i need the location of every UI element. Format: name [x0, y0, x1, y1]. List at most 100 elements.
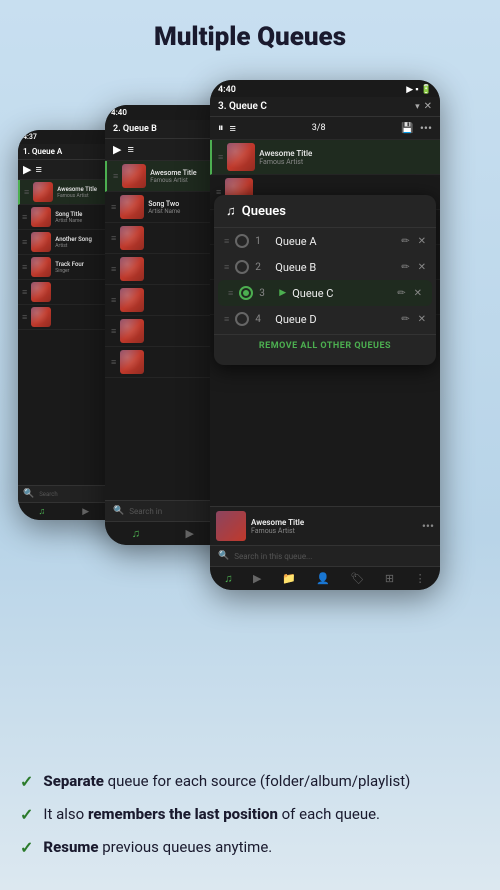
feature-item-1: ✓ Separate queue for each source (folder…	[20, 771, 480, 792]
track-count: 3/8	[242, 123, 395, 133]
phone1-shuffle-btn[interactable]: ≡	[35, 163, 41, 176]
more-options-btn[interactable]: •••	[420, 121, 432, 135]
queue-name-b: Queue B	[275, 261, 395, 274]
folder-nav-icon[interactable]: 📁	[282, 572, 296, 585]
drag-handle-icon: ≡	[224, 262, 229, 273]
tag-nav-icon[interactable]: 🏷	[350, 572, 364, 585]
track-thumbnail	[31, 207, 51, 227]
drag-handle-icon: ≡	[111, 202, 116, 213]
search-placeholder: Search	[39, 491, 57, 498]
queue-nav-icon[interactable]: ♫	[224, 572, 232, 585]
phone1-time: 4:37	[23, 133, 37, 141]
phone2-play-btn[interactable]: ▶	[113, 143, 121, 156]
now-playing-thumbnail	[216, 511, 246, 541]
track-thumbnail	[122, 164, 146, 188]
person-nav-icon[interactable]: 👤	[316, 572, 330, 585]
chevron-down-icon: ▾	[415, 102, 420, 112]
drag-handle-icon: ≡	[22, 287, 27, 298]
drag-handle-icon: ≡	[22, 237, 27, 248]
queue-list-icon: ♫	[226, 203, 236, 219]
drag-handle-icon: ≡	[111, 295, 116, 306]
queue-nav-icon[interactable]: ♫	[132, 527, 140, 540]
save-btn[interactable]: 💾	[401, 123, 413, 134]
phone3-search-bar[interactable]: 🔍 Search in this queue...	[210, 545, 440, 566]
track-row: ≡ Awesome Title Famous Artist	[210, 140, 440, 175]
drag-handle-icon: ≡	[218, 152, 223, 163]
features-list: ✓ Separate queue for each source (folder…	[20, 771, 480, 870]
queues-popup: ♫ Queues ≡ 1 Queue A ✏ ✕ ≡	[214, 195, 436, 365]
track-thumbnail	[31, 307, 51, 327]
phone3-shuffle-btn[interactable]: ≡	[230, 122, 236, 135]
track-thumbnail	[120, 257, 144, 281]
search-placeholder: Search in	[129, 507, 162, 516]
play-nav-icon[interactable]: ▶	[82, 507, 89, 517]
drag-handle-icon: ≡	[224, 236, 229, 247]
phone-3-screen: 4:40 ▶ ▪ 🔋 3. Queue C ▾ ✕ ⏸ ≡ 3/8 💾 ••• …	[210, 80, 440, 590]
phone3-time: 4:40	[218, 85, 236, 95]
remove-queue-icon[interactable]: ✕	[418, 314, 426, 325]
track-title: Awesome Title	[259, 149, 434, 158]
feature-item-3: ✓ Resume previous queues anytime.	[20, 837, 480, 858]
queue-radio-d[interactable]	[235, 312, 249, 326]
track-thumbnail	[120, 319, 144, 343]
remove-queue-icon[interactable]: ✕	[418, 236, 426, 247]
search-icon: 🔍	[23, 489, 34, 499]
phone2-time: 4:40	[111, 108, 127, 117]
feature-text-1: Separate queue for each source (folder/a…	[43, 771, 410, 792]
page-title: Multiple Queues	[0, 0, 500, 70]
drag-handle-icon: ≡	[113, 171, 118, 182]
queue-radio-c[interactable]	[239, 286, 253, 300]
queue-name-c: Queue C	[292, 287, 391, 300]
edit-queue-icon[interactable]: ✏	[401, 314, 409, 325]
track-thumbnail	[120, 350, 144, 374]
queue-row-b[interactable]: ≡ 2 Queue B ✏ ✕	[214, 254, 436, 280]
drag-handle-icon: ≡	[22, 262, 27, 273]
queue-number: 4	[255, 314, 269, 325]
play-nav-icon[interactable]: ▶	[186, 527, 194, 540]
queue-name-d: Queue D	[275, 313, 395, 326]
play-nav-icon[interactable]: ▶	[253, 572, 261, 585]
track-thumbnail	[227, 143, 255, 171]
close-icon[interactable]: ✕	[424, 101, 432, 112]
now-playing-info: Awesome Title Famous Artist	[251, 518, 417, 535]
more-nav-icon[interactable]: ⋮	[415, 572, 426, 585]
track-artist: Famous Artist	[259, 158, 434, 166]
queue-number: 2	[255, 262, 269, 273]
edit-queue-icon[interactable]: ✏	[401, 262, 409, 273]
drag-handle-icon: ≡	[224, 314, 229, 325]
drag-handle-icon: ≡	[24, 187, 29, 198]
track-thumbnail	[33, 182, 53, 202]
queue-row-d[interactable]: ≡ 4 Queue D ✏ ✕	[214, 306, 436, 332]
queue-radio-a[interactable]	[235, 234, 249, 248]
feature-item-2: ✓ It also remembers the last position of…	[20, 804, 480, 825]
phone2-shuffle-btn[interactable]: ≡	[127, 143, 133, 156]
track-info: Awesome Title Famous Artist	[259, 149, 434, 166]
phone1-play-btn[interactable]: ▶	[23, 163, 31, 176]
queue-name-a: Queue A	[275, 235, 395, 248]
more-options-icon[interactable]: •••	[422, 519, 434, 533]
checkmark-icon: ✓	[20, 772, 33, 791]
track-thumbnail	[31, 282, 51, 302]
phone3-queue-header[interactable]: 3. Queue C ▾ ✕	[210, 97, 440, 117]
edit-queue-icon[interactable]: ✏	[401, 236, 409, 247]
remove-queue-icon[interactable]: ✕	[414, 288, 422, 299]
phone3-status-icons: ▶ ▪ 🔋	[406, 84, 432, 95]
queues-popup-header: ♫ Queues	[214, 195, 436, 228]
queue-row-a[interactable]: ≡ 1 Queue A ✏ ✕	[214, 228, 436, 254]
phone3-pause-btn[interactable]: ⏸	[218, 121, 224, 135]
feature-text-2: It also remembers the last position of e…	[43, 804, 380, 825]
track-thumbnail	[120, 288, 144, 312]
queue-radio-b[interactable]	[235, 260, 249, 274]
queue-row-c[interactable]: ≡ 3 ▶ Queue C ✏ ✕	[218, 280, 432, 306]
remove-all-queues-button[interactable]: REMOVE ALL OTHER QUEUES	[214, 334, 436, 357]
drag-handle-icon: ≡	[228, 288, 233, 299]
phone3-bottom-nav: ♫ ▶ 📁 👤 🏷 ⊞ ⋮	[210, 566, 440, 590]
edit-queue-icon[interactable]: ✏	[397, 288, 405, 299]
track-thumbnail	[31, 232, 51, 252]
remove-queue-icon[interactable]: ✕	[418, 262, 426, 273]
queue-nav-icon[interactable]: ♫	[39, 506, 46, 517]
phones-area: 4:37 ▶ ▪ 1. Queue A ▶ ≡ ≡ Awesome Title …	[0, 70, 500, 600]
now-playing-bar: Awesome Title Famous Artist •••	[210, 506, 440, 545]
grid-nav-icon[interactable]: ⊞	[385, 572, 394, 585]
track-thumbnail	[120, 195, 144, 219]
